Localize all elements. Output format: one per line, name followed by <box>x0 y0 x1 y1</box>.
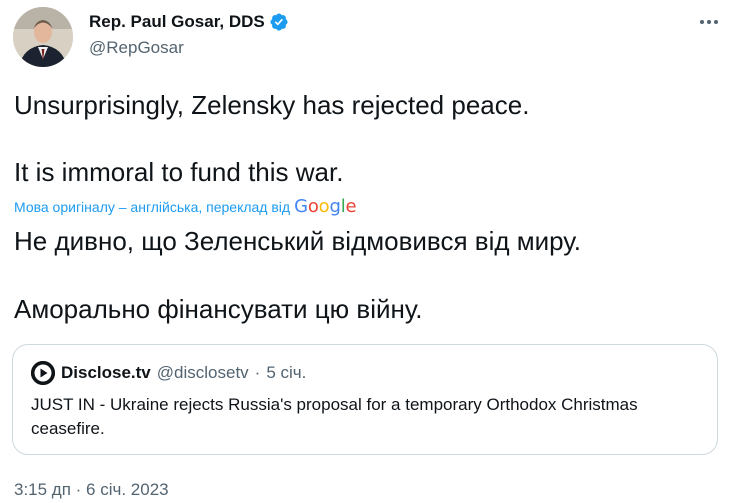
quoted-tweet-text: JUST IN - Ukraine rejects Russia's propo… <box>31 395 638 438</box>
more-options-icon[interactable] <box>694 10 724 34</box>
tweet-text-line-1: Unsurprisingly, Zelensky has rejected pe… <box>14 90 530 120</box>
tweet-timestamp[interactable]: 3:15 дп · 6 січ. 2023 <box>14 480 169 500</box>
quoted-tweet[interactable]: Disclose.tv @disclosetv · 5 січ. JUST IN… <box>12 344 718 455</box>
author-name-row: Rep. Paul Gosar, DDS <box>89 12 289 32</box>
quoted-separator: · <box>254 363 261 382</box>
author-avatar[interactable] <box>13 7 73 67</box>
author-handle[interactable]: @RepGosar <box>89 38 184 58</box>
quoted-tweet-date[interactable]: 5 січ. <box>266 363 306 383</box>
quoted-author-avatar[interactable] <box>31 361 55 385</box>
author-name[interactable]: Rep. Paul Gosar, DDS <box>89 12 265 32</box>
quoted-tweet-header: Disclose.tv @disclosetv · 5 січ. <box>31 361 306 385</box>
verified-badge-icon <box>270 13 288 31</box>
translated-text-line-2: Аморально фінансувати цю війну. <box>14 294 423 324</box>
translation-attribution: Мова оригіналу – англійська, переклад ві… <box>14 196 357 217</box>
translation-note[interactable]: Мова оригіналу – англійська, переклад ві… <box>14 199 290 215</box>
tweet-text-line-2: It is immoral to fund this war. <box>14 157 344 187</box>
google-logo: Google <box>294 196 357 217</box>
quoted-author-handle[interactable]: @disclosetv <box>157 363 249 383</box>
translated-text-line-1: Не дивно, що Зеленський відмовився від м… <box>14 226 581 256</box>
quoted-author-name[interactable]: Disclose.tv <box>61 363 151 383</box>
